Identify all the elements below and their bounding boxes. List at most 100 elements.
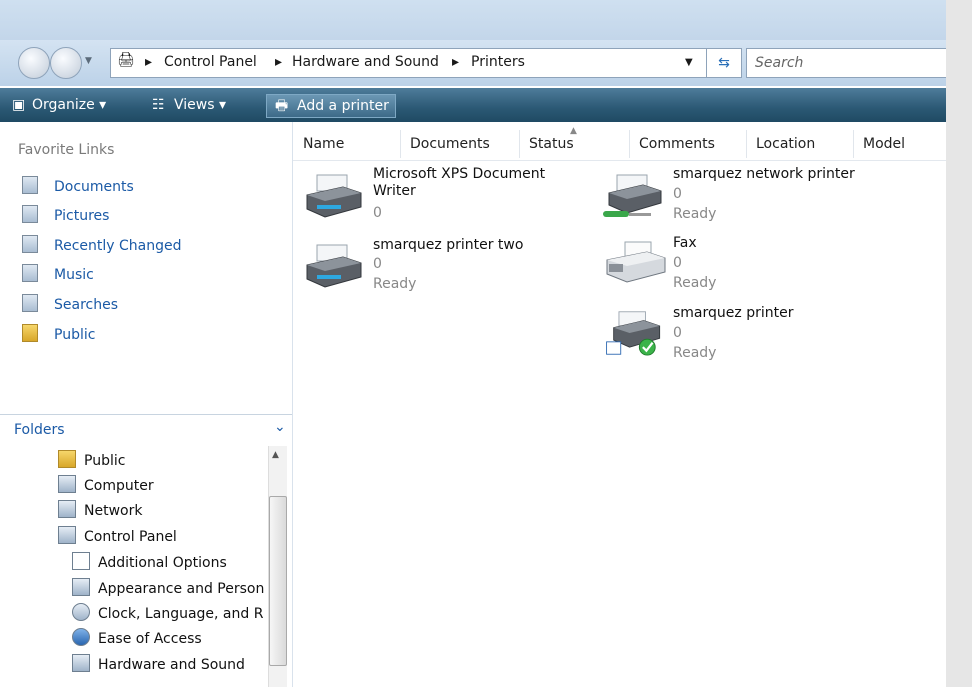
printer-doc-count: 0	[673, 255, 682, 271]
column-divider[interactable]	[746, 130, 747, 158]
folder-icon	[22, 324, 38, 342]
tree-item-hardware-and-sound[interactable]: Hardware and Sound	[72, 654, 245, 673]
column-divider[interactable]	[519, 130, 520, 158]
column-location[interactable]: Location	[756, 136, 815, 152]
tree-label: Ease of Access	[98, 631, 202, 647]
printer-doc-count: 0	[673, 325, 682, 341]
favorite-searches[interactable]: Searches	[22, 294, 118, 313]
refresh-icon[interactable]: ⇆	[706, 48, 742, 78]
printer-status: Ready	[673, 275, 717, 291]
tree-item-additional-options[interactable]: Additional Options	[72, 552, 227, 571]
printer-icon	[306, 174, 362, 218]
favorite-pictures[interactable]: Pictures	[22, 205, 109, 224]
tree-item-public[interactable]: Public	[58, 450, 125, 469]
printer-name: smarquez printer two	[373, 237, 524, 253]
column-divider[interactable]	[629, 130, 630, 158]
organize-button[interactable]: Organize ▾	[32, 94, 106, 116]
search-input[interactable]: Search	[746, 48, 972, 78]
default-printer-icon	[606, 311, 661, 356]
globe-icon	[72, 603, 90, 621]
history-dropdown-icon[interactable]: ▼	[85, 56, 97, 68]
recently-changed-icon	[22, 235, 38, 253]
ease-of-access-icon	[72, 628, 90, 646]
tree-item-network[interactable]: Network	[58, 500, 142, 519]
printer-status: Ready	[373, 276, 417, 292]
views-icon: ☷	[152, 97, 165, 113]
tree-label: Computer	[84, 478, 154, 494]
back-button[interactable]	[18, 47, 50, 79]
address-dropdown-icon[interactable]: ▼	[685, 57, 693, 68]
column-model[interactable]: Model	[863, 136, 905, 152]
window-edge	[946, 0, 972, 687]
pictures-icon	[22, 205, 38, 223]
folder-icon	[58, 450, 76, 468]
column-divider[interactable]	[853, 130, 854, 158]
printer-status: Ready	[673, 345, 717, 361]
printer-name: smarquez network printer	[673, 166, 855, 182]
printer-name: smarquez printer	[673, 305, 794, 321]
scrollbar-thumb[interactable]	[269, 496, 287, 666]
favorite-label: Searches	[54, 297, 119, 313]
tree-item-control-panel[interactable]: Control Panel	[58, 526, 177, 545]
folders-label: Folders	[14, 422, 65, 438]
printer-doc-count: 0	[673, 186, 682, 202]
scroll-up-icon[interactable]: ▲	[272, 450, 279, 460]
control-panel-icon	[58, 526, 76, 544]
control-panel-icon: 🖨	[117, 52, 135, 68]
chevron-down-icon: ⌄	[274, 419, 286, 435]
favorite-label: Public	[54, 327, 96, 343]
printer-doc-count: 0	[373, 205, 382, 221]
computer-icon	[58, 475, 76, 493]
favorite-label: Documents	[54, 179, 134, 195]
column-header: Name Documents Status ▲ Comments Locatio…	[293, 126, 972, 161]
column-status[interactable]: Status	[529, 136, 574, 152]
tree-item-clock-language[interactable]: Clock, Language, and R	[72, 603, 263, 622]
favorite-documents[interactable]: Documents	[22, 176, 134, 195]
music-icon	[22, 264, 38, 282]
tree-item-computer[interactable]: Computer	[58, 475, 154, 494]
searches-icon	[22, 294, 38, 312]
favorite-label: Music	[54, 267, 94, 283]
breadcrumb-control-panel[interactable]: Control Panel	[164, 54, 257, 70]
network-printer-icon	[603, 174, 662, 217]
column-documents[interactable]: Documents	[410, 136, 490, 152]
breadcrumb-printers[interactable]: Printers	[471, 54, 525, 70]
views-button[interactable]: Views ▾	[174, 94, 226, 116]
add-printer-icon: 🖶	[275, 98, 289, 114]
search-placeholder: Search	[755, 55, 804, 71]
favorite-music[interactable]: Music	[22, 264, 94, 283]
favorite-public[interactable]: Public	[22, 324, 95, 343]
favorite-label: Pictures	[54, 208, 110, 224]
printer-doc-count: 0	[373, 256, 382, 272]
tree-label: Hardware and Sound	[98, 657, 245, 673]
command-toolbar: ▣ Organize ▾ ☷ Views ▾ 🖶 Add a printer	[0, 88, 972, 122]
folders-header[interactable]: Folders ⌄	[0, 414, 292, 445]
column-name[interactable]: Name	[303, 136, 344, 152]
column-comments[interactable]: Comments	[639, 136, 715, 152]
favorite-recently-changed[interactable]: Recently Changed	[22, 235, 182, 254]
title-bar	[0, 0, 972, 40]
tree-label: Public	[84, 453, 126, 469]
column-divider[interactable]	[400, 130, 401, 158]
tree-item-appearance[interactable]: Appearance and Person	[72, 578, 264, 597]
tree-label: Appearance and Person	[98, 581, 265, 597]
documents-icon	[22, 176, 38, 194]
tree-item-ease-of-access[interactable]: Ease of Access	[72, 628, 202, 647]
breadcrumb-hardware-and-sound[interactable]: Hardware and Sound	[292, 54, 439, 70]
add-printer-label: Add a printer	[297, 98, 389, 114]
hardware-icon	[72, 654, 90, 672]
printer-icon	[306, 244, 362, 288]
breadcrumb-separator: ▸	[452, 54, 460, 70]
add-printer-button[interactable]: 🖶 Add a printer	[266, 94, 396, 118]
address-bar[interactable]: 🖨 ▸ Control Panel ▸ Hardware and Sound ▸…	[110, 48, 742, 78]
fax-icon	[606, 241, 666, 283]
tree-label: Network	[84, 503, 143, 519]
checklist-icon	[72, 552, 90, 570]
breadcrumb-separator: ▸	[275, 54, 283, 70]
network-icon	[58, 500, 76, 518]
printer-name: Fax	[673, 235, 697, 251]
tree-label: Clock, Language, and R	[98, 606, 264, 622]
appearance-icon	[72, 578, 90, 596]
breadcrumb-separator: ▸	[145, 54, 153, 70]
forward-button[interactable]	[50, 47, 82, 79]
